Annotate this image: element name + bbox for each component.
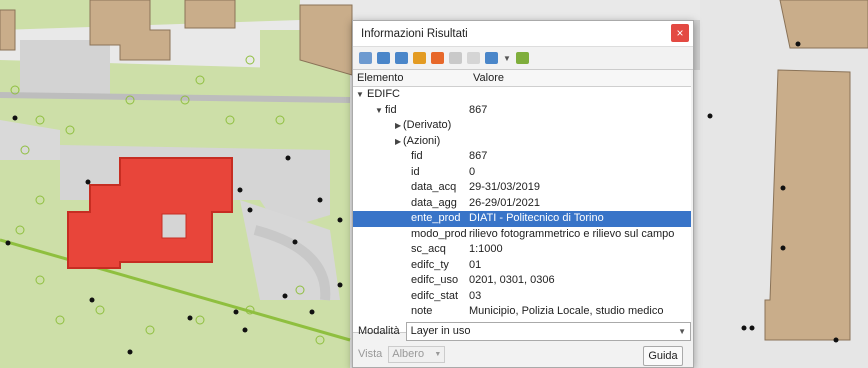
- chevron-down-icon: ▼: [678, 326, 686, 336]
- tree-row-value: 0201, 0301, 0306: [469, 274, 555, 286]
- tree-rows: ▼ EDIFC ▼ fid 867 ▶ (Derivato) ▶ (Azioni) fid 867 i…: [353, 87, 691, 320]
- tree-row-value: 26-29/01/2021: [469, 196, 540, 209]
- tree-row[interactable]: id 0: [353, 165, 691, 181]
- tree-row-value: rilievo fotogrammetrico e rilievo sul ca…: [469, 227, 675, 240]
- mode-select-value: Layer in uso: [410, 324, 471, 337]
- tree-row-key: edifc_uso: [411, 274, 459, 286]
- mode-select[interactable]: Layer in uso ▼: [405, 321, 691, 341]
- column-header-elemento[interactable]: Elemento: [353, 70, 469, 86]
- tree-header: Elemento Valore: [353, 70, 691, 87]
- tree-row-value: 01: [469, 258, 482, 271]
- tree-row-value: DIATI - Politecnico di Torino: [469, 212, 604, 224]
- tree-row[interactable]: data_acq 29-31/03/2019: [353, 180, 691, 196]
- tree-row-value: 867: [469, 150, 488, 162]
- view-select[interactable]: Albero ▼: [388, 345, 446, 363]
- tree-row-key: fid: [385, 103, 397, 116]
- tree-row-key: EDIFC: [367, 88, 400, 100]
- view-select-value: Albero: [392, 347, 425, 360]
- tree-row[interactable]: ente_prod DIATI - Politecnico di Torino: [353, 211, 691, 227]
- print-icon[interactable]: [467, 52, 480, 64]
- tree-row[interactable]: edifc_ty 01: [353, 258, 691, 274]
- modalita-label: Modalità: [358, 325, 400, 337]
- expand-arrow-icon[interactable]: ▼: [356, 87, 364, 103]
- expand-new-icon[interactable]: [413, 52, 426, 64]
- tree-row-value: Municipio, Polizia Locale, studio medico: [469, 305, 664, 317]
- copy-icon[interactable]: [449, 52, 462, 64]
- clear-results-icon[interactable]: [431, 52, 444, 64]
- help-button[interactable]: Guida: [643, 346, 683, 366]
- panel-title: Informazioni Risultati: [361, 27, 468, 40]
- tree-row[interactable]: sc_acq 1:1000: [353, 242, 691, 258]
- collapse-arrow-icon[interactable]: ▶: [395, 134, 401, 150]
- tree-row-key: fid: [411, 150, 423, 162]
- expand-arrow-icon[interactable]: ▼: [375, 103, 383, 119]
- tree-row-key: (Derivato): [403, 119, 452, 131]
- tree-row[interactable]: ▶ (Azioni): [353, 134, 691, 150]
- tree-row-value: 03: [469, 289, 482, 302]
- expand-tree-icon[interactable]: [377, 52, 390, 64]
- tree-row[interactable]: edifc_uso 0201, 0301, 0306: [353, 273, 691, 289]
- tree-row[interactable]: ▼ EDIFC: [353, 87, 691, 103]
- tree-row[interactable]: edifc_stat 03: [353, 289, 691, 305]
- mode-row: Modalità Layer in uso ▼: [353, 319, 691, 343]
- results-tree[interactable]: Elemento Valore ▼ EDIFC ▼ fid 867 ▶ (Derivato)…: [353, 70, 691, 333]
- tree-row-key: data_agg: [411, 196, 457, 209]
- tree-row-key: ente_prod: [411, 212, 461, 224]
- collapse-tree-icon[interactable]: [395, 52, 408, 64]
- tree-row[interactable]: ▼ fid 867: [353, 103, 691, 119]
- tree-row-value: 0: [469, 165, 476, 178]
- select-mode-icon[interactable]: [485, 52, 498, 64]
- panel-titlebar[interactable]: Informazioni Risultati ×: [353, 21, 693, 47]
- tree-row[interactable]: note Municipio, Polizia Locale, studio me…: [353, 304, 691, 320]
- chevron-down-icon: ▼: [434, 350, 442, 358]
- tree-row-key: id: [411, 165, 420, 178]
- tree-row-key: modo_prod: [411, 227, 467, 240]
- options-icon[interactable]: [515, 52, 529, 64]
- results-toolbar: ▼: [353, 47, 693, 70]
- close-button[interactable]: ×: [671, 24, 689, 42]
- panel-bottom-bar: Modalità Layer in uso ▼ Vista Albero ▼ G…: [353, 319, 691, 366]
- tree-row-key: note: [411, 305, 433, 317]
- vista-label: Vista: [358, 348, 383, 360]
- tree-row[interactable]: data_agg 26-29/01/2021: [353, 196, 691, 212]
- tree-row-value: 1:1000: [469, 243, 503, 255]
- tree-row-value: 29-31/03/2019: [469, 181, 540, 193]
- view-row: Vista Albero ▼: [353, 343, 691, 365]
- tree-row-key: edifc_ty: [411, 258, 449, 271]
- tree-row-key: sc_acq: [411, 243, 446, 255]
- tree-row-key: data_acq: [411, 181, 457, 193]
- tree-row[interactable]: fid 867: [353, 149, 691, 165]
- identify-results-panel: Informazioni Risultati × ▼ Elemento Valo…: [352, 20, 694, 368]
- column-header-valore[interactable]: Valore: [469, 70, 504, 86]
- tree-row-key: edifc_stat: [411, 289, 459, 302]
- chevron-down-icon[interactable]: ▼: [503, 54, 511, 63]
- tree-row[interactable]: ▶ (Derivato): [353, 118, 691, 134]
- identify-icon[interactable]: [359, 52, 372, 64]
- tree-row-value: 867: [469, 103, 488, 116]
- collapse-arrow-icon[interactable]: ▶: [395, 118, 401, 134]
- tree-row[interactable]: modo_prod rilievo fotogrammetrico e rilie…: [353, 227, 691, 243]
- tree-row-key: (Azioni): [403, 134, 441, 147]
